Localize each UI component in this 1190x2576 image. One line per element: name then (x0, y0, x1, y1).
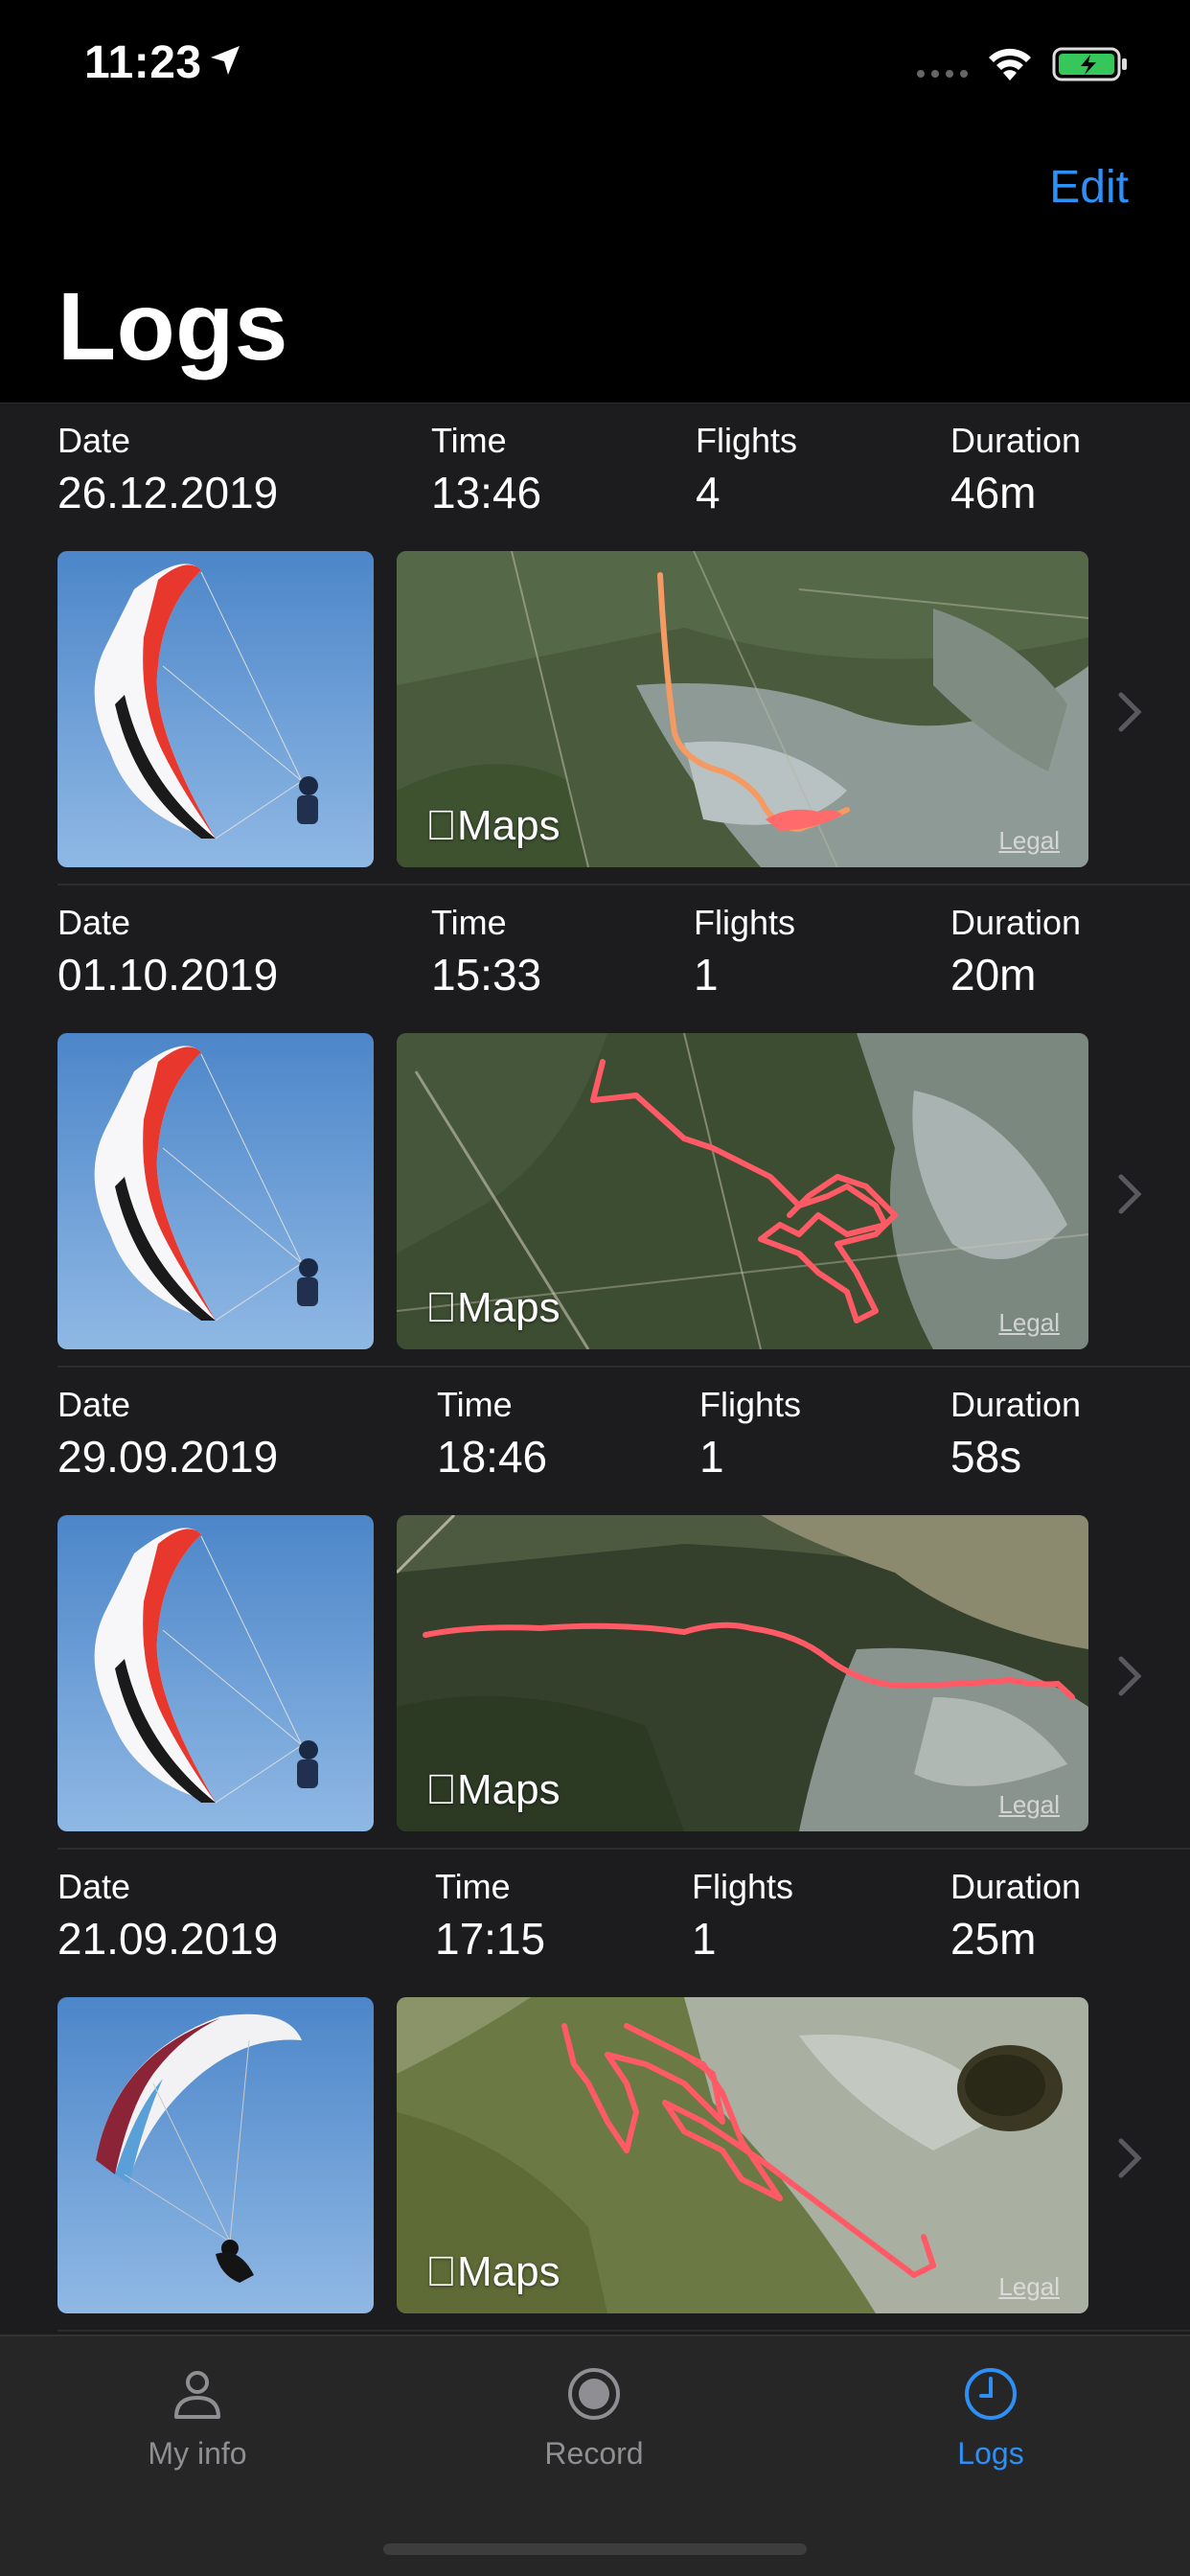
date-label: Date (57, 1385, 131, 1424)
flight-map[interactable]: Maps Legal (397, 1997, 1088, 2313)
time-value: 17:15 (435, 1914, 546, 1964)
date-field: Date 01.10.2019 (57, 903, 278, 1000)
tab-logs[interactable]: Logs (847, 2365, 1134, 2472)
flight-map[interactable]: Maps Legal (397, 551, 1088, 867)
duration-label: Duration (950, 1867, 1082, 1906)
time-value: 15:33 (431, 950, 542, 1000)
legal-link[interactable]: Legal (998, 1308, 1060, 1338)
flights-field: Flights 4 (696, 421, 797, 518)
flight-map[interactable]: Maps Legal (397, 1033, 1088, 1349)
date-label: Date (57, 903, 131, 942)
duration-value: 46m (950, 468, 1037, 518)
flights-value: 1 (692, 1914, 717, 1964)
log-row[interactable]: Date 29.09.2019 Time 18:46 Flights 1 Dur… (0, 1368, 1190, 1850)
duration-value: 58s (950, 1432, 1022, 1482)
duration-field: Duration 58s (950, 1385, 1081, 1483)
date-field: Date 26.12.2019 (57, 421, 278, 518)
flight-map[interactable]: Maps Legal (397, 1515, 1088, 1831)
date-value: 21.09.2019 (57, 1914, 279, 1964)
date-value: 01.10.2019 (57, 950, 279, 1000)
apple-maps-label: Maps (425, 1766, 561, 1813)
apple-maps-label: Maps (425, 1284, 561, 1331)
time-label: Time (435, 1867, 511, 1906)
flights-field: Flights 1 (692, 1867, 793, 1965)
home-indicator[interactable] (383, 2543, 807, 2555)
paraglider-photo (57, 1515, 374, 1831)
flights-field: Flights 1 (694, 903, 795, 1000)
time-value: 18:46 (437, 1432, 548, 1482)
duration-field: Duration 25m (950, 1867, 1081, 1965)
time-field: Time 18:46 (437, 1385, 547, 1483)
chevron-right-icon[interactable] (1117, 2137, 1142, 2179)
legal-link[interactable]: Legal (998, 2272, 1060, 2302)
tab-label: Logs (957, 2436, 1024, 2471)
date-label: Date (57, 421, 131, 460)
tab-my-info[interactable]: My info (54, 2365, 341, 2472)
record-icon (568, 2368, 620, 2420)
log-row[interactable]: Date 01.10.2019 Time 15:33 Flights 1 Dur… (0, 886, 1190, 1368)
log-row[interactable]: Date 21.09.2019 Time 17:15 Flights 1 Dur… (0, 1850, 1190, 2332)
page-title: Logs (57, 273, 288, 380)
date-value: 29.09.2019 (57, 1432, 279, 1482)
flights-label: Flights (696, 421, 798, 460)
date-field: Date 29.09.2019 (57, 1385, 278, 1483)
date-label: Date (57, 1867, 131, 1906)
battery-charging-icon (1052, 47, 1127, 81)
wifi-icon (989, 48, 1031, 80)
cellular-signal-icon (917, 70, 968, 78)
edit-button[interactable]: Edit (1049, 161, 1129, 214)
row-divider (57, 2330, 1190, 2332)
chevron-right-icon[interactable] (1117, 691, 1142, 733)
time-field: Time 13:46 (431, 421, 541, 518)
paraglider-photo (57, 1997, 374, 2313)
legal-link[interactable]: Legal (998, 826, 1060, 856)
logs-list[interactable]: Date 26.12.2019 Time 13:46 Flights 4 Dur… (0, 402, 1190, 2334)
tab-label: My info (148, 2436, 247, 2471)
duration-label: Duration (950, 421, 1082, 460)
chevron-right-icon[interactable] (1117, 1173, 1142, 1215)
apple-maps-label: Maps (425, 2248, 561, 2295)
duration-value: 25m (950, 1914, 1037, 1964)
flights-label: Flights (692, 1867, 794, 1906)
person-icon (174, 2371, 220, 2419)
flights-value: 4 (696, 468, 721, 518)
duration-value: 20m (950, 950, 1037, 1000)
time-label: Time (437, 1385, 513, 1424)
legal-link[interactable]: Legal (998, 1790, 1060, 1820)
date-value: 26.12.2019 (57, 468, 279, 518)
duration-label: Duration (950, 1385, 1082, 1424)
time-field: Time 15:33 (431, 903, 541, 1000)
flights-field: Flights 1 (699, 1385, 801, 1483)
time-value: 13:46 (431, 468, 542, 518)
flights-value: 1 (694, 950, 719, 1000)
duration-field: Duration 20m (950, 903, 1081, 1000)
flights-label: Flights (699, 1385, 802, 1424)
tab-label: Record (544, 2436, 644, 2471)
status-time: 11:23 (84, 37, 202, 88)
time-label: Time (431, 903, 507, 942)
location-arrow-icon (211, 46, 240, 75)
clock-icon (965, 2368, 1017, 2420)
flights-label: Flights (694, 903, 796, 942)
apple-maps-label: Maps (425, 802, 561, 849)
date-field: Date 21.09.2019 (57, 1867, 278, 1965)
status-bar: 11:23 (0, 0, 1190, 134)
paraglider-photo (57, 1033, 374, 1349)
flights-value: 1 (699, 1432, 724, 1482)
chevron-right-icon[interactable] (1117, 1655, 1142, 1697)
duration-label: Duration (950, 903, 1082, 942)
time-field: Time 17:15 (435, 1867, 545, 1965)
time-label: Time (431, 421, 507, 460)
tab-bar: My info Record Logs (0, 2334, 1190, 2576)
log-row[interactable]: Date 26.12.2019 Time 13:46 Flights 4 Dur… (0, 403, 1190, 886)
paraglider-photo (57, 551, 374, 867)
tab-record[interactable]: Record (450, 2365, 738, 2472)
duration-field: Duration 46m (950, 421, 1081, 518)
